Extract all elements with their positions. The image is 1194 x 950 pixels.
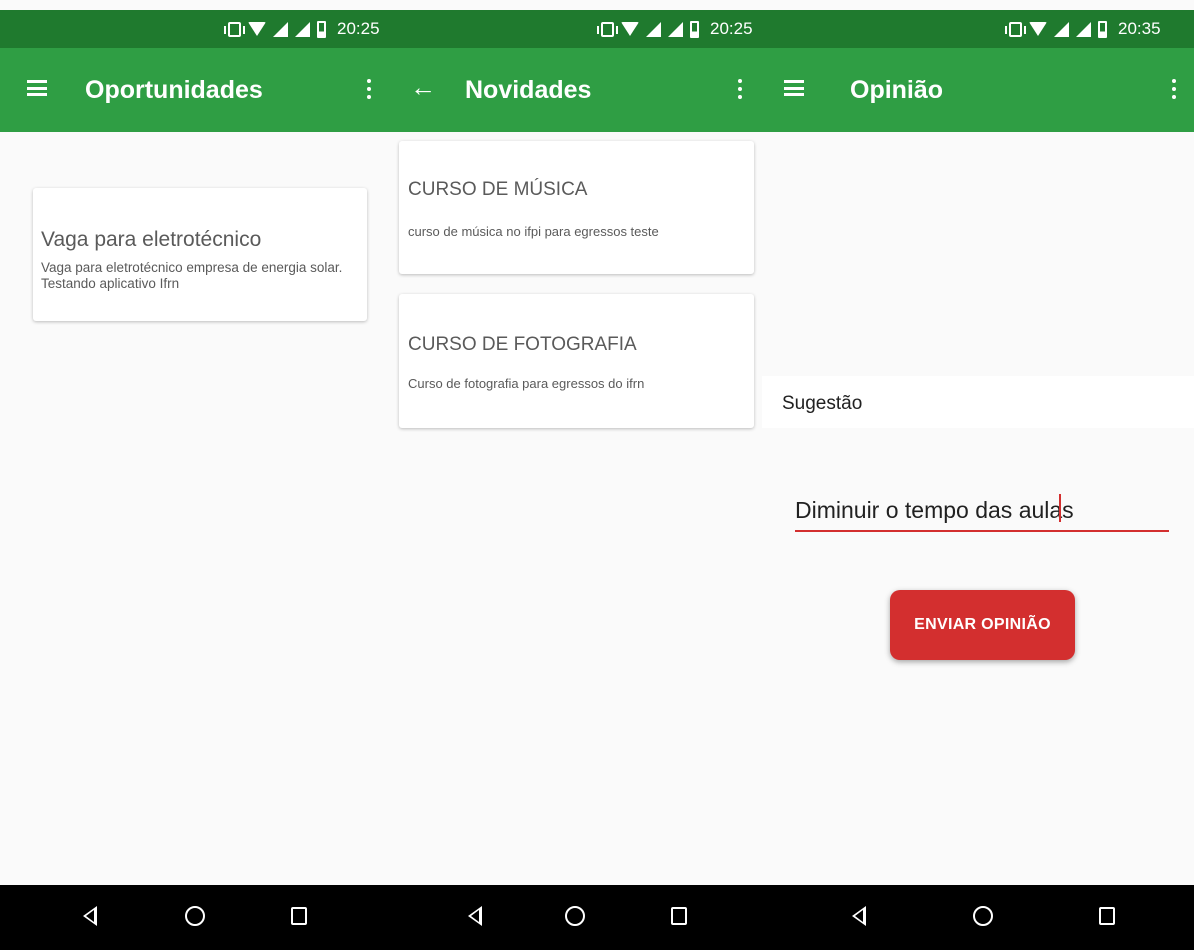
- status-bar: 20:25: [390, 10, 762, 48]
- vibrate-icon: [224, 21, 245, 37]
- more-vert-icon[interactable]: [738, 79, 742, 83]
- nav-home-button[interactable]: [180, 901, 210, 931]
- nav-recents-icon: [671, 907, 687, 925]
- nav-recents-button[interactable]: [1092, 901, 1122, 931]
- navigation-bar: [390, 885, 762, 950]
- vibrate-icon: [1005, 21, 1026, 37]
- nav-recents-button[interactable]: [284, 901, 314, 931]
- signal-icon: [1054, 21, 1069, 37]
- nav-back-icon: [468, 906, 482, 926]
- signal-icon: [668, 21, 683, 37]
- opportunity-card[interactable]: Vaga para eletrotécnico Vaga para eletro…: [33, 188, 367, 321]
- status-icons: 20:25: [597, 10, 753, 48]
- menu-icon[interactable]: [27, 80, 47, 96]
- status-time: 20:25: [337, 19, 380, 38]
- nav-back-button[interactable]: [460, 901, 490, 931]
- nav-recents-icon: [1099, 907, 1115, 925]
- page-title: Novidades: [465, 76, 592, 104]
- wifi-icon: [248, 22, 266, 36]
- card-title: CURSO DE FOTOGRAFIA: [408, 334, 637, 355]
- signal-icon: [273, 21, 288, 37]
- status-time: 20:35: [1118, 19, 1161, 38]
- status-icons: 20:25: [224, 10, 380, 48]
- app-bar: Opinião: [762, 48, 1194, 132]
- battery-icon: [690, 20, 699, 38]
- nav-back-icon: [852, 906, 866, 926]
- nav-recents-icon: [291, 907, 307, 925]
- screen-novidades: 20:25 ← Novidades CURSO DE MÚSICA curso …: [390, 0, 762, 950]
- card-text: Curso de fotografia para egressos do ifr…: [408, 376, 645, 391]
- page-title: Opinião: [850, 76, 944, 104]
- wifi-icon: [621, 22, 639, 36]
- card-title: Vaga para eletrotécnico: [41, 228, 262, 251]
- menu-icon[interactable]: [784, 80, 804, 96]
- arrow-back-icon[interactable]: ←: [410, 74, 436, 100]
- more-vert-icon[interactable]: [1172, 79, 1176, 83]
- screen-opiniao: 20:35 Opinião Sugestão ENVIAR OPINIÃO: [762, 0, 1194, 950]
- navigation-bar: [0, 885, 390, 950]
- battery-icon: [317, 20, 326, 38]
- app-bar: ← Novidades: [390, 48, 762, 132]
- signal-icon: [646, 21, 661, 37]
- send-opinion-button[interactable]: ENVIAR OPINIÃO: [890, 590, 1075, 660]
- nav-home-button[interactable]: [968, 901, 998, 931]
- suggestion-label: Sugestão: [782, 393, 863, 414]
- wifi-icon: [1029, 22, 1047, 36]
- nav-back-button[interactable]: [844, 901, 874, 931]
- news-card[interactable]: CURSO DE MÚSICA curso de música no ifpi …: [399, 141, 754, 274]
- nav-back-button[interactable]: [75, 901, 105, 931]
- signal-icon: [295, 21, 310, 37]
- nav-home-icon: [185, 906, 205, 926]
- signal-icon: [1076, 21, 1091, 37]
- more-vert-icon[interactable]: [367, 79, 371, 83]
- status-time: 20:25: [710, 19, 753, 38]
- battery-icon: [1098, 20, 1107, 38]
- status-bar: 20:25: [0, 10, 390, 48]
- page-title: Oportunidades: [85, 76, 263, 104]
- suggestion-input[interactable]: [795, 494, 1169, 532]
- nav-home-icon: [973, 906, 993, 926]
- nav-recents-button[interactable]: [664, 901, 694, 931]
- nav-home-button[interactable]: [560, 901, 590, 931]
- vibrate-icon: [597, 21, 618, 37]
- screen-oportunidades: 20:25 Oportunidades Vaga para eletrotécn…: [0, 0, 390, 950]
- text-caret: [1059, 494, 1061, 522]
- nav-back-icon: [83, 906, 97, 926]
- suggestion-label-bar: Sugestão: [762, 376, 1194, 428]
- app-bar: Oportunidades: [0, 48, 390, 132]
- card-text: Vaga para eletrotécnico empresa de energ…: [41, 260, 343, 291]
- news-card[interactable]: CURSO DE FOTOGRAFIA Curso de fotografia …: [399, 294, 754, 428]
- card-title: CURSO DE MÚSICA: [408, 179, 588, 200]
- status-icons: 20:35: [1005, 10, 1161, 48]
- card-text: curso de música no ifpi para egressos te…: [408, 224, 659, 239]
- nav-home-icon: [565, 906, 585, 926]
- navigation-bar: [762, 885, 1194, 950]
- status-bar: 20:35: [762, 10, 1194, 48]
